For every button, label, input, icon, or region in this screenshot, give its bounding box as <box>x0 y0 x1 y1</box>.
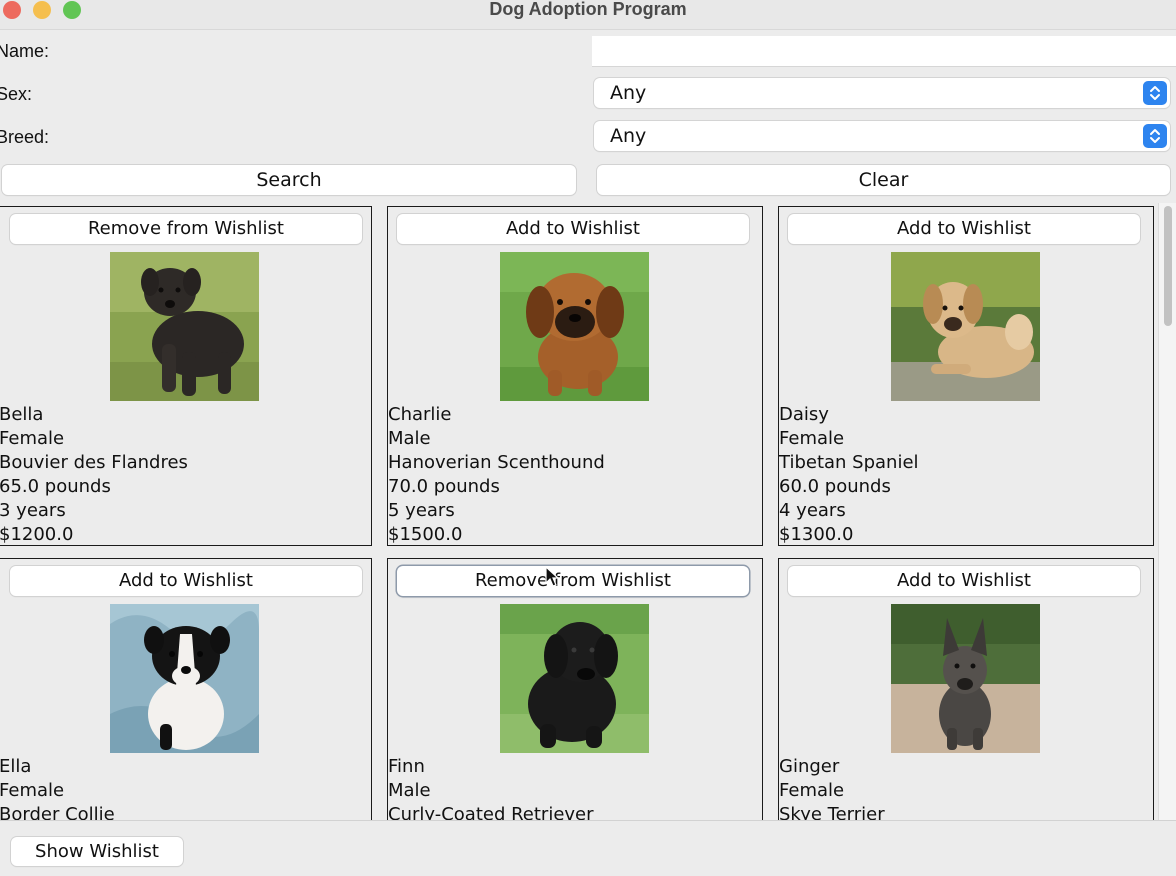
dog-grid: Remove from Wishlist Bella Female Bouvie… <box>0 203 1158 820</box>
add-to-wishlist-button[interactable]: Add to Wishlist <box>10 566 362 596</box>
remove-from-wishlist-button[interactable]: Remove from Wishlist <box>397 566 749 596</box>
scrollbar-thumb[interactable] <box>1164 206 1172 326</box>
vertical-scrollbar[interactable] <box>1158 203 1176 820</box>
sex-selected-value: Any <box>610 82 647 104</box>
dog-photo <box>500 252 649 401</box>
dog-name: Finn <box>388 756 425 777</box>
dog-info: Ella Female Border Collie <box>0 755 115 820</box>
dog-sex: Female <box>0 780 65 801</box>
dog-card: Remove from Wishlist Bella Female Bouvie… <box>0 206 372 546</box>
search-button[interactable]: Search <box>2 165 576 195</box>
dog-info: Bella Female Bouvier des Flandres 65.0 p… <box>0 403 188 547</box>
sex-select[interactable]: Any <box>594 78 1170 108</box>
dog-sex: Female <box>0 428 65 449</box>
dog-photo <box>891 252 1040 401</box>
name-input[interactable] <box>592 36 1176 67</box>
dog-age: 4 years <box>779 500 846 521</box>
dog-photo <box>110 604 259 753</box>
dog-breed: Curly-Coated Retriever <box>388 804 594 820</box>
add-to-wishlist-button[interactable]: Add to Wishlist <box>397 214 749 244</box>
name-label: Name: <box>0 41 50 61</box>
sex-label: Sex: <box>0 84 33 104</box>
dog-photo <box>110 252 259 401</box>
dog-name: Charlie <box>388 404 452 425</box>
dog-card: Add to Wishlist Daisy Female Tibetan Spa… <box>778 206 1154 546</box>
remove-from-wishlist-button[interactable]: Remove from Wishlist <box>10 214 362 244</box>
dog-breed: Hanoverian Scenthound <box>388 452 605 473</box>
window-title: Dog Adoption Program <box>489 0 687 19</box>
dog-breed: Skye Terrier <box>779 804 885 820</box>
dog-price: $1300.0 <box>779 524 854 545</box>
dog-info: Finn Male Curly-Coated Retriever <box>388 755 594 820</box>
mouse-pointer-icon <box>545 566 559 587</box>
add-to-wishlist-button[interactable]: Add to Wishlist <box>788 566 1140 596</box>
updown-chevron-icon <box>1143 124 1167 148</box>
dog-breed: Tibetan Spaniel <box>779 452 919 473</box>
dog-breed: Bouvier des Flandres <box>0 452 188 473</box>
dog-sex: Female <box>779 428 845 449</box>
dog-age: 5 years <box>388 500 455 521</box>
dog-name: Ginger <box>779 756 840 777</box>
dog-name: Ella <box>0 756 32 777</box>
dog-card: Add to Wishlist Ginger Female Skye Terri… <box>778 558 1154 820</box>
dog-sex: Female <box>779 780 845 801</box>
dog-age: 3 years <box>0 500 66 521</box>
dog-sex: Male <box>388 428 431 449</box>
add-to-wishlist-button[interactable]: Add to Wishlist <box>788 214 1140 244</box>
dog-breed: Border Collie <box>0 804 115 820</box>
show-wishlist-button[interactable]: Show Wishlist <box>11 837 183 866</box>
title-bar: Dog Adoption Program <box>0 0 1176 30</box>
dog-card: Remove from Wishlist Finn Male Curly-Coa… <box>387 558 763 820</box>
dog-sex: Male <box>388 780 431 801</box>
dog-card: Add to Wishlist Charlie Male Hanoverian … <box>387 206 763 546</box>
dog-price: $1500.0 <box>388 524 463 545</box>
breed-label: Breed: <box>0 127 50 147</box>
dog-photo <box>500 604 649 753</box>
dog-info: Charlie Male Hanoverian Scenthound 70.0 … <box>388 403 605 547</box>
dog-photo <box>891 604 1040 753</box>
updown-chevron-icon <box>1143 81 1167 105</box>
dog-card: Add to Wishlist Ella Female Border Colli… <box>0 558 372 820</box>
dog-name: Daisy <box>779 404 829 425</box>
dog-weight: 65.0 pounds <box>0 476 111 497</box>
breed-select[interactable]: Any <box>594 121 1170 151</box>
dog-info: Ginger Female Skye Terrier <box>779 755 885 820</box>
bottom-bar: Show Wishlist <box>0 820 1176 876</box>
dog-price: $1200.0 <box>0 524 74 545</box>
dog-weight: 70.0 pounds <box>388 476 500 497</box>
dog-weight: 60.0 pounds <box>779 476 891 497</box>
breed-selected-value: Any <box>610 125 647 147</box>
dog-info: Daisy Female Tibetan Spaniel 60.0 pounds… <box>779 403 919 547</box>
clear-button[interactable]: Clear <box>597 165 1170 195</box>
dog-name: Bella <box>0 404 44 425</box>
